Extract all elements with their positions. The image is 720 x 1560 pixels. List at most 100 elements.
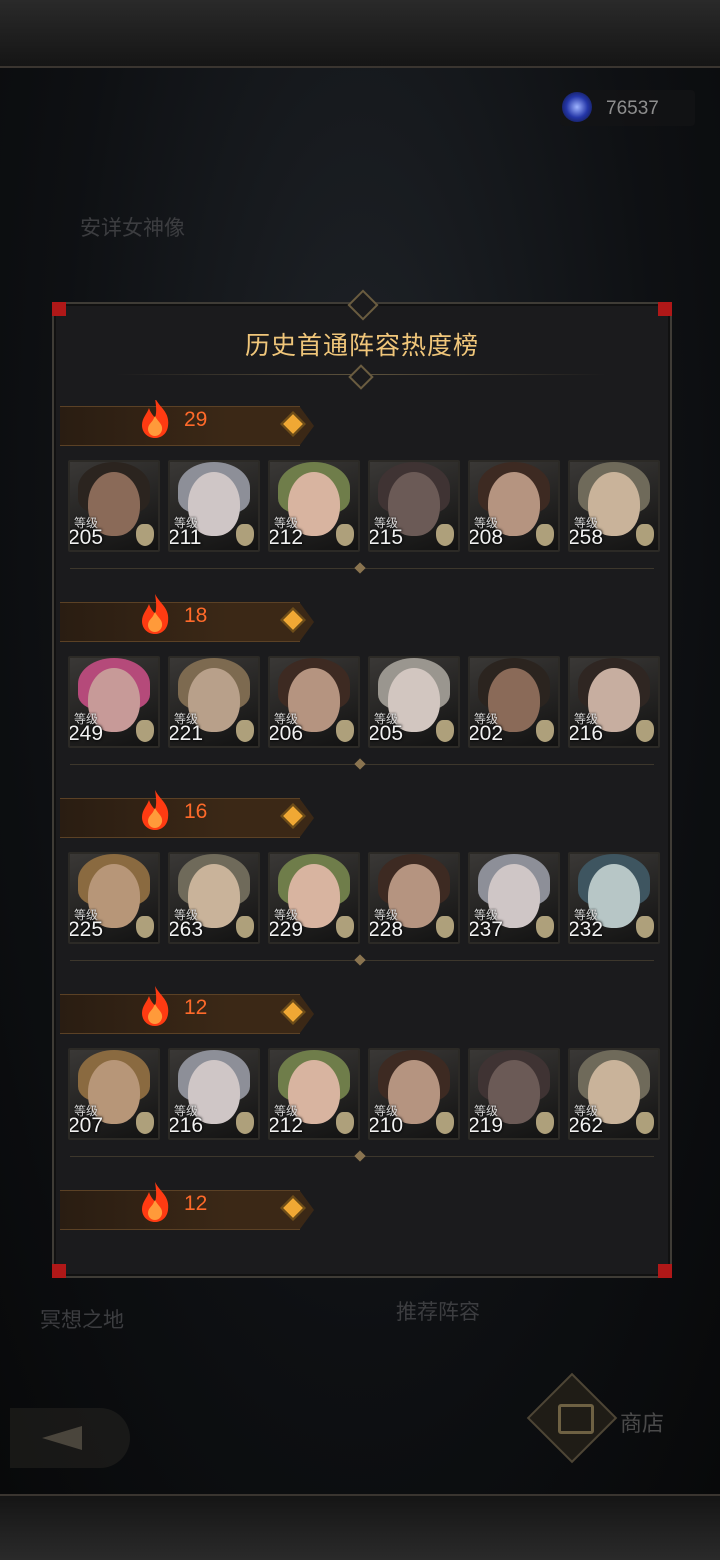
- heat-ranking-modal: 历史首通阵容热度榜 29 等级 205 等级 211 等级 212 等级 215 等级 208 等级 2…: [52, 289, 672, 1278]
- hero-portrait[interactable]: 等级 262: [568, 1048, 660, 1140]
- hero-portrait[interactable]: 等级 237: [468, 852, 560, 944]
- flame-icon: [138, 984, 172, 1028]
- hero-level: 221: [168, 722, 204, 745]
- area-label[interactable]: 安详女神像: [80, 212, 185, 242]
- heat-banner: [60, 406, 314, 446]
- class-icon: [536, 524, 554, 546]
- hero-portrait[interactable]: 等级 205: [368, 656, 460, 748]
- hero-level: 263: [168, 918, 204, 941]
- lineup-row[interactable]: 29 等级 205 等级 211 等级 212 等级 215 等级 208 等级 258: [60, 400, 664, 596]
- hero-portrait[interactable]: 等级 219: [468, 1048, 560, 1140]
- class-icon: [536, 916, 554, 938]
- hero-level: 211: [168, 526, 202, 549]
- hero-level: 205: [68, 526, 104, 549]
- modal-title: 历史首通阵容热度榜: [244, 332, 479, 360]
- heat-count: 16: [184, 800, 208, 823]
- heat-count: 12: [184, 1192, 208, 1215]
- hero-portrait[interactable]: 等级 263: [168, 852, 260, 944]
- class-icon: [336, 1112, 354, 1134]
- divider-gem: [354, 954, 366, 966]
- hero-level: 202: [468, 722, 504, 745]
- lineup-row[interactable]: 16 等级 225 等级 263 等级 229 等级 228 等级 237 等级 232: [60, 790, 664, 988]
- hero-level: 237: [468, 918, 504, 941]
- class-icon: [536, 1112, 554, 1134]
- heat-count: 18: [184, 604, 208, 627]
- lineup-row[interactable]: 12: [60, 1182, 664, 1266]
- hero-portrait[interactable]: 等级 212: [268, 460, 360, 552]
- hero-level: 229: [268, 918, 304, 941]
- flame-icon: [138, 1180, 172, 1224]
- class-icon: [636, 720, 654, 742]
- corner-ornament: [658, 302, 672, 316]
- corner-ornament: [52, 1264, 66, 1278]
- class-icon: [236, 916, 254, 938]
- heat-count: 12: [184, 996, 208, 1019]
- hero-portrait[interactable]: 等级 228: [368, 852, 460, 944]
- currency-amount: 76537: [606, 98, 659, 119]
- hero-portrait[interactable]: 等级 211: [168, 460, 260, 552]
- class-icon: [436, 1112, 454, 1134]
- hero-level: 258: [568, 526, 604, 549]
- hero-portrait[interactable]: 等级 212: [268, 1048, 360, 1140]
- class-icon: [636, 524, 654, 546]
- hero-level: 216: [568, 722, 604, 745]
- hero-portrait[interactable]: 等级 210: [368, 1048, 460, 1140]
- hero-portrait[interactable]: 等级 216: [168, 1048, 260, 1140]
- hero-portrait[interactable]: 等级 202: [468, 656, 560, 748]
- hero-level: 207: [68, 1114, 104, 1137]
- class-icon: [136, 916, 154, 938]
- bottom-frame: [0, 1494, 720, 1560]
- hero-portrait[interactable]: 等级 208: [468, 460, 560, 552]
- class-icon: [236, 524, 254, 546]
- hero-level: 228: [368, 918, 404, 941]
- hero-portrait[interactable]: 等级 207: [68, 1048, 160, 1140]
- class-icon: [436, 916, 454, 938]
- hero-level: 205: [368, 722, 404, 745]
- lineup-row[interactable]: 18 等级 249 等级 221 等级 206 等级 205 等级 202 等级 216: [60, 594, 664, 792]
- class-icon: [436, 720, 454, 742]
- hero-portrait[interactable]: 等级 232: [568, 852, 660, 944]
- hero-level: 262: [568, 1114, 604, 1137]
- back-arrow-icon: [42, 1426, 82, 1450]
- hero-level: 216: [168, 1114, 204, 1137]
- heat-count: 29: [184, 408, 208, 431]
- hero-level: 210: [368, 1114, 404, 1137]
- currency-display: 76537: [560, 90, 695, 126]
- back-button[interactable]: [10, 1408, 130, 1468]
- hero-level: 208: [468, 526, 504, 549]
- hero-portrait[interactable]: 等级 215: [368, 460, 460, 552]
- heat-banner: [60, 798, 314, 838]
- class-icon: [136, 1112, 154, 1134]
- hero-portrait[interactable]: 等级 249: [68, 656, 160, 748]
- hero-portrait[interactable]: 等级 206: [268, 656, 360, 748]
- hero-level: 212: [268, 526, 304, 549]
- hero-portrait[interactable]: 等级 258: [568, 460, 660, 552]
- class-icon: [336, 524, 354, 546]
- flame-icon: [138, 788, 172, 832]
- hero-level: 215: [368, 526, 404, 549]
- meditation-label[interactable]: 冥想之地: [40, 1304, 124, 1334]
- class-icon: [336, 916, 354, 938]
- hero-portrait[interactable]: 等级 216: [568, 656, 660, 748]
- hero-portrait[interactable]: 等级 225: [68, 852, 160, 944]
- hero-level: 232: [568, 918, 604, 941]
- top-frame: [0, 0, 720, 68]
- class-icon: [636, 1112, 654, 1134]
- shop-button[interactable]: 商店: [520, 1372, 720, 1464]
- class-icon: [136, 524, 154, 546]
- class-icon: [136, 720, 154, 742]
- lineup-row[interactable]: 12 等级 207 等级 216 等级 212 等级 210 等级 219 等级 262: [60, 986, 664, 1184]
- hero-portrait[interactable]: 等级 221: [168, 656, 260, 748]
- hero-level: 249: [68, 722, 104, 745]
- hero-portrait[interactable]: 等级 205: [68, 460, 160, 552]
- lineup-list[interactable]: 29 等级 205 等级 211 等级 212 等级 215 等级 208 等级 258 18 等级 249 等…: [60, 400, 664, 1266]
- hero-level: 219: [468, 1114, 504, 1137]
- heat-banner: [60, 602, 314, 642]
- hero-portrait[interactable]: 等级 229: [268, 852, 360, 944]
- hero-level: 225: [68, 918, 104, 941]
- heat-banner: [60, 994, 314, 1034]
- recommend-lineup-label[interactable]: 推荐阵容: [396, 1296, 480, 1326]
- class-icon: [536, 720, 554, 742]
- hero-level: 206: [268, 722, 304, 745]
- chest-icon: [558, 1404, 594, 1434]
